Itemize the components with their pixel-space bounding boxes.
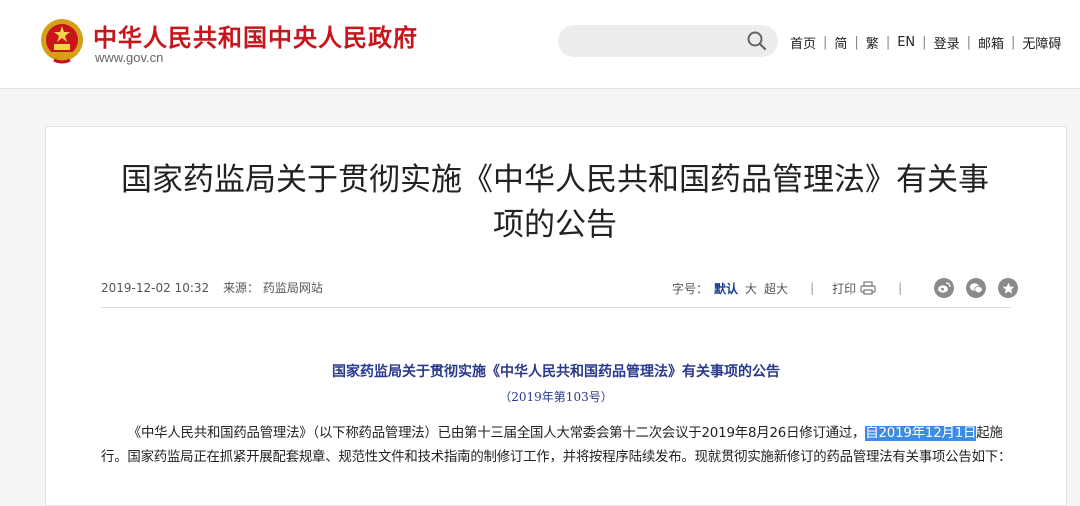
top-nav: 首页 | 简 | 繁 | EN | 登录 | 邮箱 | 无障碍 bbox=[790, 33, 1061, 52]
nav-mail[interactable]: 邮箱 bbox=[978, 33, 1004, 52]
article-tools: 字号： 默认 大 超大 | 打印 | bbox=[672, 278, 1019, 298]
source-name: 药监局网站 bbox=[262, 281, 323, 295]
nav-separator: | bbox=[966, 35, 971, 50]
selected-text: 自2019年12月1日 bbox=[865, 426, 977, 441]
article-title-line: 项的公告 bbox=[493, 207, 617, 243]
nav-english[interactable]: EN bbox=[897, 35, 915, 50]
print-label: 打印 bbox=[832, 281, 857, 296]
nav-separator: | bbox=[854, 35, 859, 50]
weibo-glyph-icon bbox=[938, 282, 951, 293]
source-label: 来源： bbox=[222, 281, 259, 295]
nav-home[interactable]: 首页 bbox=[790, 33, 816, 52]
meta-divider bbox=[101, 307, 1011, 308]
nav-traditional[interactable]: 繁 bbox=[866, 33, 879, 52]
font-size-default[interactable]: 默认 bbox=[714, 280, 738, 297]
print-button[interactable]: 打印 bbox=[832, 280, 876, 297]
wechat-icon[interactable] bbox=[966, 278, 987, 298]
star-icon bbox=[1002, 282, 1014, 294]
nav-simplified[interactable]: 简 bbox=[834, 33, 847, 52]
nav-accessibility[interactable]: 无障碍 bbox=[1022, 33, 1061, 52]
search-icon[interactable] bbox=[746, 30, 768, 52]
article-paragraph: 《中华人民共和国药品管理法》（以下称药品管理法）已由第十三届全国人大常委会第十二… bbox=[101, 422, 1016, 470]
nav-separator: | bbox=[885, 35, 891, 50]
tools-separator: | bbox=[810, 281, 815, 295]
font-size-label: 字号： bbox=[672, 281, 709, 296]
font-size-xlarge[interactable]: 超大 bbox=[764, 280, 788, 297]
article-title-line: 国家药监局关于贯彻实施《中华人民共和国药品管理法》有关事 bbox=[121, 162, 989, 198]
article-title: 国家药监局关于贯彻实施《中华人民共和国药品管理法》有关事 项的公告 bbox=[90, 158, 1020, 248]
site-header: 中华人民共和国中央人民政府 www.gov.cn 首页 | 简 | 繁 | EN… bbox=[0, 0, 1080, 89]
paragraph-text: 《中华人民共和国药品管理法》（以下称药品管理法）已由第十三届全国人大常委会第十二… bbox=[127, 426, 866, 441]
weibo-icon[interactable] bbox=[934, 278, 955, 298]
font-size-large[interactable]: 大 bbox=[745, 280, 757, 297]
favorite-icon[interactable] bbox=[998, 278, 1019, 298]
nav-login[interactable]: 登录 bbox=[934, 33, 960, 52]
wechat-glyph-icon bbox=[970, 283, 983, 294]
tools-separator: | bbox=[898, 281, 903, 295]
nav-separator: | bbox=[823, 35, 828, 50]
site-url[interactable]: www.gov.cn bbox=[95, 50, 163, 65]
document-number: （2019年第103号） bbox=[499, 390, 613, 404]
nav-separator: | bbox=[922, 35, 927, 50]
document-title: 国家药监局关于贯彻实施《中华人民共和国药品管理法》有关事项的公告 bbox=[332, 364, 780, 380]
printer-icon bbox=[860, 281, 876, 295]
search-input[interactable] bbox=[558, 25, 778, 57]
article-meta: 2019-12-02 10:32 来源： 药监局网站 bbox=[101, 279, 323, 296]
publish-date: 2019-12-02 10:32 bbox=[101, 281, 210, 295]
site-title[interactable]: 中华人民共和国中央人民政府 bbox=[93, 18, 418, 53]
nav-separator: | bbox=[1010, 35, 1016, 50]
national-emblem-icon[interactable] bbox=[40, 18, 84, 64]
